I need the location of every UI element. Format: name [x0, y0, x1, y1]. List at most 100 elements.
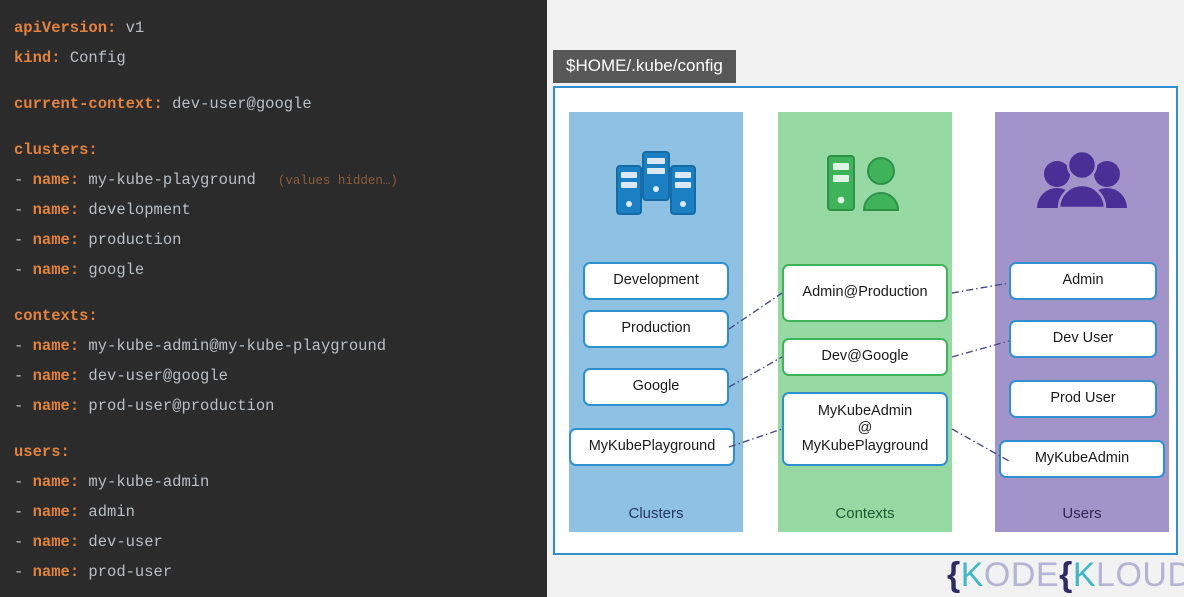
- yaml-key: name:: [32, 473, 80, 492]
- terminal-line: apiVersion: v1: [14, 14, 547, 44]
- terminal-line: - name: my-kube-admin: [14, 468, 547, 498]
- terminal-line: users:: [14, 438, 547, 468]
- column-contexts: Admin@Production Dev@Google MyKubeAdmin …: [778, 112, 952, 532]
- yaml-value: prod-user: [79, 563, 173, 582]
- logo-brace-1: {: [947, 556, 961, 594]
- logo-text-2: LOUD: [1096, 556, 1184, 594]
- group-of-users-icon: [995, 112, 1169, 252]
- yaml-hidden-note: (values hidden…): [277, 173, 398, 188]
- yaml-key: name:: [32, 201, 80, 220]
- yaml-value: dev-user@google: [162, 95, 312, 114]
- yaml-dash: -: [14, 367, 33, 386]
- yaml-dash: -: [14, 397, 33, 416]
- node-label: Dev@Google: [821, 348, 909, 365]
- diagram-panel: $HOME/.kube/config Development Productio…: [547, 0, 1184, 597]
- terminal-line: clusters:: [14, 136, 547, 166]
- yaml-key: apiVersion:: [14, 19, 117, 38]
- node-label: Production: [621, 320, 691, 337]
- terminal-line: - name: dev-user: [14, 528, 547, 558]
- column-label-users: Users: [1062, 505, 1102, 522]
- user-node-dev-user[interactable]: Dev User: [1009, 320, 1157, 358]
- node-label: Dev User: [1052, 330, 1114, 347]
- terminal-line: - name: admin: [14, 498, 547, 528]
- yaml-dash: -: [14, 533, 33, 552]
- node-label: MyKubeAdmin @ MyKubePlayground: [801, 403, 929, 454]
- yaml-key: name:: [32, 367, 80, 386]
- yaml-key: name:: [32, 261, 80, 280]
- yaml-key: users:: [14, 443, 70, 462]
- file-path-tag: $HOME/.kube/config: [553, 50, 736, 83]
- yaml-key: name:: [32, 337, 80, 356]
- yaml-value: prod-user@production: [79, 397, 275, 416]
- yaml-dash: -: [14, 231, 33, 250]
- yaml-value: admin: [79, 503, 135, 522]
- context-node-admin-production[interactable]: Admin@Production: [782, 264, 948, 322]
- terminal-line: kind: Config: [14, 44, 547, 74]
- yaml-value: my-kube-admin: [79, 473, 210, 492]
- yaml-key: name:: [32, 503, 80, 522]
- yaml-key: name:: [32, 533, 80, 552]
- yaml-value: my-kube-admin@my-kube-playground: [79, 337, 387, 356]
- column-label-contexts: Contexts: [835, 505, 895, 522]
- terminal-line: - name: production: [14, 226, 547, 256]
- yaml-key: current-context:: [14, 95, 163, 114]
- logo-brace-2: {: [1059, 556, 1073, 594]
- terminal-line: - name: development: [14, 196, 547, 226]
- yaml-key: name:: [32, 231, 80, 250]
- yaml-dash: -: [14, 563, 33, 582]
- terminal-line: - name: dev-user@google: [14, 362, 547, 392]
- yaml-dash: -: [14, 473, 33, 492]
- terminal-line: - name: my-kube-playground (values hidden…: [14, 166, 547, 196]
- cluster-node-mykubeplayground[interactable]: MyKubePlayground: [569, 428, 735, 466]
- yaml-value: development: [79, 201, 191, 220]
- user-node-admin[interactable]: Admin: [1009, 262, 1157, 300]
- yaml-key: contexts:: [14, 307, 98, 326]
- context-node-dev-google[interactable]: Dev@Google: [782, 338, 948, 376]
- yaml-value: production: [79, 231, 182, 250]
- terminal-line: contexts:: [14, 302, 547, 332]
- yaml-value: google: [79, 261, 145, 280]
- yaml-value: my-kube-playground: [79, 171, 256, 190]
- terminal-line: - name: google: [14, 256, 547, 286]
- terminal-line: - name: prod-user: [14, 558, 547, 588]
- yaml-dash: -: [14, 201, 33, 220]
- logo-text-1: ODE: [983, 556, 1060, 594]
- yaml-dash: -: [14, 503, 33, 522]
- cluster-node-development[interactable]: Development: [583, 262, 729, 300]
- yaml-value: dev-user@google: [79, 367, 228, 386]
- server-and-user-icon: [778, 112, 952, 252]
- yaml-key: clusters:: [14, 141, 98, 160]
- node-label: MyKubePlayground: [588, 438, 716, 455]
- context-node-mykubeadmin-mykubeplayground[interactable]: MyKubeAdmin @ MyKubePlayground: [782, 392, 948, 466]
- node-label: Prod User: [1050, 390, 1116, 407]
- user-node-prod-user[interactable]: Prod User: [1009, 380, 1157, 418]
- yaml-key: name:: [32, 171, 80, 190]
- yaml-dash: -: [14, 261, 33, 280]
- node-label: Development: [613, 272, 699, 289]
- yaml-key: name:: [32, 397, 80, 416]
- node-label: Admin@Production: [802, 284, 928, 301]
- node-label: MyKubeAdmin: [1034, 450, 1130, 467]
- node-label: Google: [632, 378, 680, 395]
- servers-icon: [569, 112, 743, 252]
- node-label: Admin: [1062, 272, 1104, 289]
- terminal-line: current-context: dev-user@google: [14, 90, 547, 120]
- terminal-line: - name: prod-user@production: [14, 392, 547, 422]
- user-node-mykubeadmin[interactable]: MyKubeAdmin: [999, 440, 1165, 478]
- yaml-value: v1: [116, 19, 145, 38]
- yaml-key: name:: [32, 563, 80, 582]
- cluster-node-production[interactable]: Production: [583, 310, 729, 348]
- column-users: Admin Dev User Prod User MyKubeAdmin Use…: [995, 112, 1169, 532]
- logo-k-1: K: [960, 556, 984, 594]
- logo-k-2: K: [1072, 556, 1097, 594]
- terminal-line: - name: my-kube-admin@my-kube-playground: [14, 332, 547, 362]
- kodekloud-logo: {KODE{KLOUD: [947, 556, 1184, 595]
- kubeconfig-terminal-panel: apiVersion: v1 kind: Config current-contex…: [0, 0, 547, 597]
- cluster-node-google[interactable]: Google: [583, 368, 729, 406]
- column-clusters: Development Production Google MyKubePlay…: [569, 112, 743, 532]
- diagram-frame: Development Production Google MyKubePlay…: [553, 86, 1178, 555]
